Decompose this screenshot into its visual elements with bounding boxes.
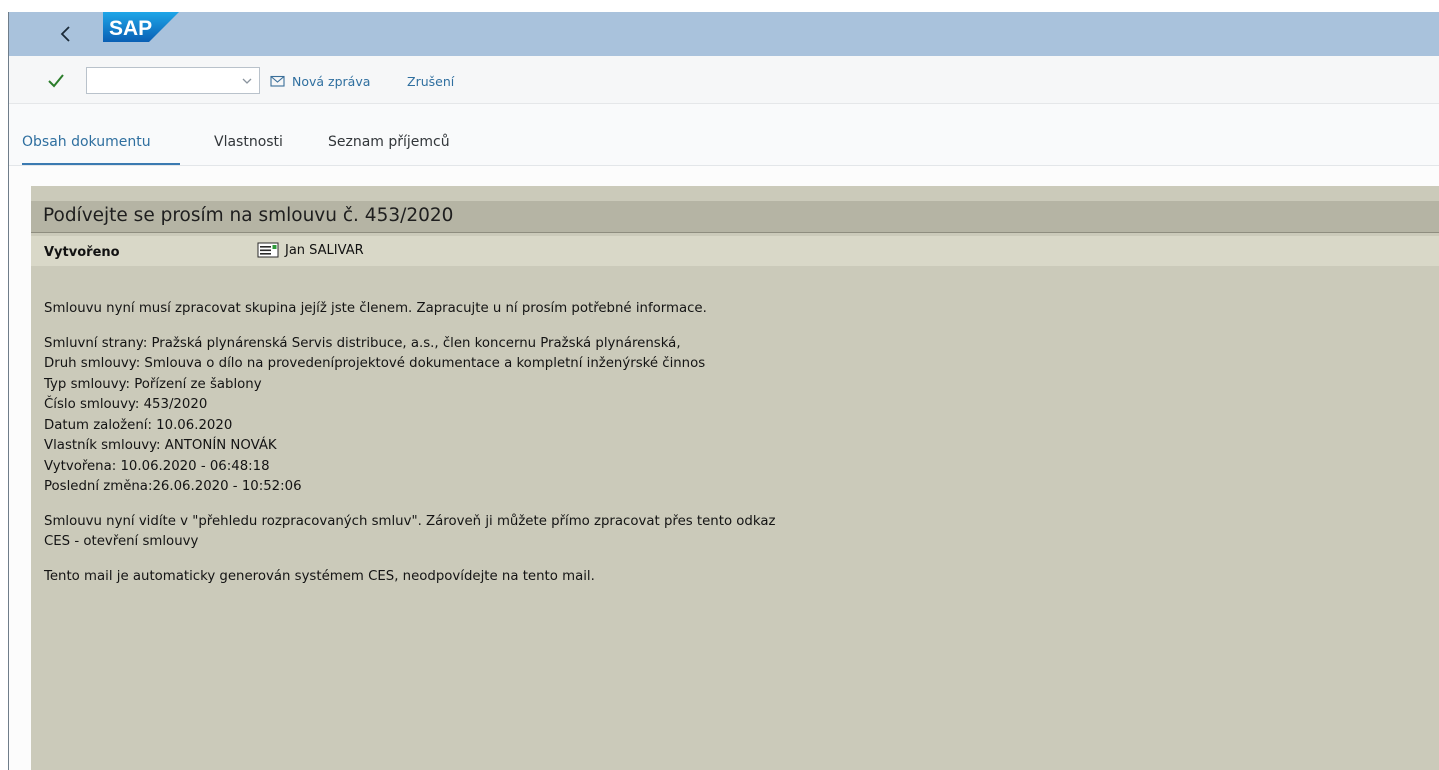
envelope-icon [270, 75, 285, 87]
chevron-down-icon[interactable] [241, 75, 253, 87]
intro-text: Smlouvu nyní musí zpracovat skupina její… [44, 301, 707, 316]
tab-properties[interactable]: Vlastnosti [214, 134, 283, 165]
footer-note: Tento mail je automaticky generován syst… [44, 568, 595, 584]
back-button[interactable] [51, 19, 81, 49]
chevron-left-icon [60, 26, 70, 42]
document-title-bar: Podívejte se prosím na smlouvu č. 453/20… [31, 201, 1439, 233]
cancel-label: Zrušení [407, 73, 455, 89]
detail-line: Vytvořena: 10.06.2020 - 06:48:18 [44, 458, 270, 474]
new-message-label: Nová zpráva [292, 73, 371, 89]
overview-note: Smlouvu nyní vidíte v "přehledu rozpraco… [44, 513, 776, 529]
detail-line: Smluvní strany: Pražská plynárenská Serv… [44, 335, 681, 351]
created-by-row: Vytvořeno Jan SALIVAR [31, 236, 1439, 266]
tab-document-content[interactable]: Obsah dokumentu [22, 134, 180, 165]
shell-header: SAP [9, 12, 1439, 56]
detail-line: Datum založení: 10.06.2020 [44, 417, 233, 433]
created-by-name: Jan SALIVAR [285, 242, 364, 258]
open-contract-link[interactable]: CES - otevření smlouvy [44, 532, 775, 553]
tab-recipient-list[interactable]: Seznam příjemců [328, 134, 450, 165]
content-area: Podívejte se prosím na smlouvu č. 453/20… [9, 166, 1439, 770]
detail-line: Poslední změna:26.06.2020 - 10:52:06 [44, 479, 302, 494]
message-body: Smlouvu nyní musí zpracovat skupina její… [44, 299, 775, 587]
sap-logo-text: SAP [109, 17, 152, 40]
new-message-button[interactable]: Nová zpráva [270, 71, 370, 91]
detail-line: Vlastník smlouvy: ANTONÍN NOVÁK [44, 438, 277, 453]
command-input[interactable] [87, 68, 235, 93]
enter-button[interactable] [45, 70, 67, 92]
toolbar: Nová zpráva Zrušení [9, 56, 1439, 104]
cancel-button[interactable]: Zrušení [407, 71, 454, 91]
command-field[interactable] [86, 67, 260, 94]
business-card-icon [257, 242, 279, 258]
document-panel: Podívejte se prosím na smlouvu č. 453/20… [31, 186, 1439, 770]
detail-line: Typ smlouvy: Pořízení ze šablony [44, 376, 262, 392]
top-margin [0, 0, 1439, 12]
checkmark-icon [48, 74, 64, 88]
detail-line: Druh smlouvy: Smlouva o dílo na proveden… [44, 356, 706, 371]
tab-strip: Obsah dokumentu Vlastnosti Seznam příjem… [9, 104, 1439, 166]
sap-logo: SAP [103, 12, 179, 42]
created-by-link[interactable]: Jan SALIVAR [257, 242, 364, 258]
created-label: Vytvořeno [44, 245, 120, 260]
detail-line: Číslo smlouvy: 453/2020 [44, 397, 208, 412]
document-title: Podívejte se prosím na smlouvu č. 453/20… [43, 205, 454, 226]
